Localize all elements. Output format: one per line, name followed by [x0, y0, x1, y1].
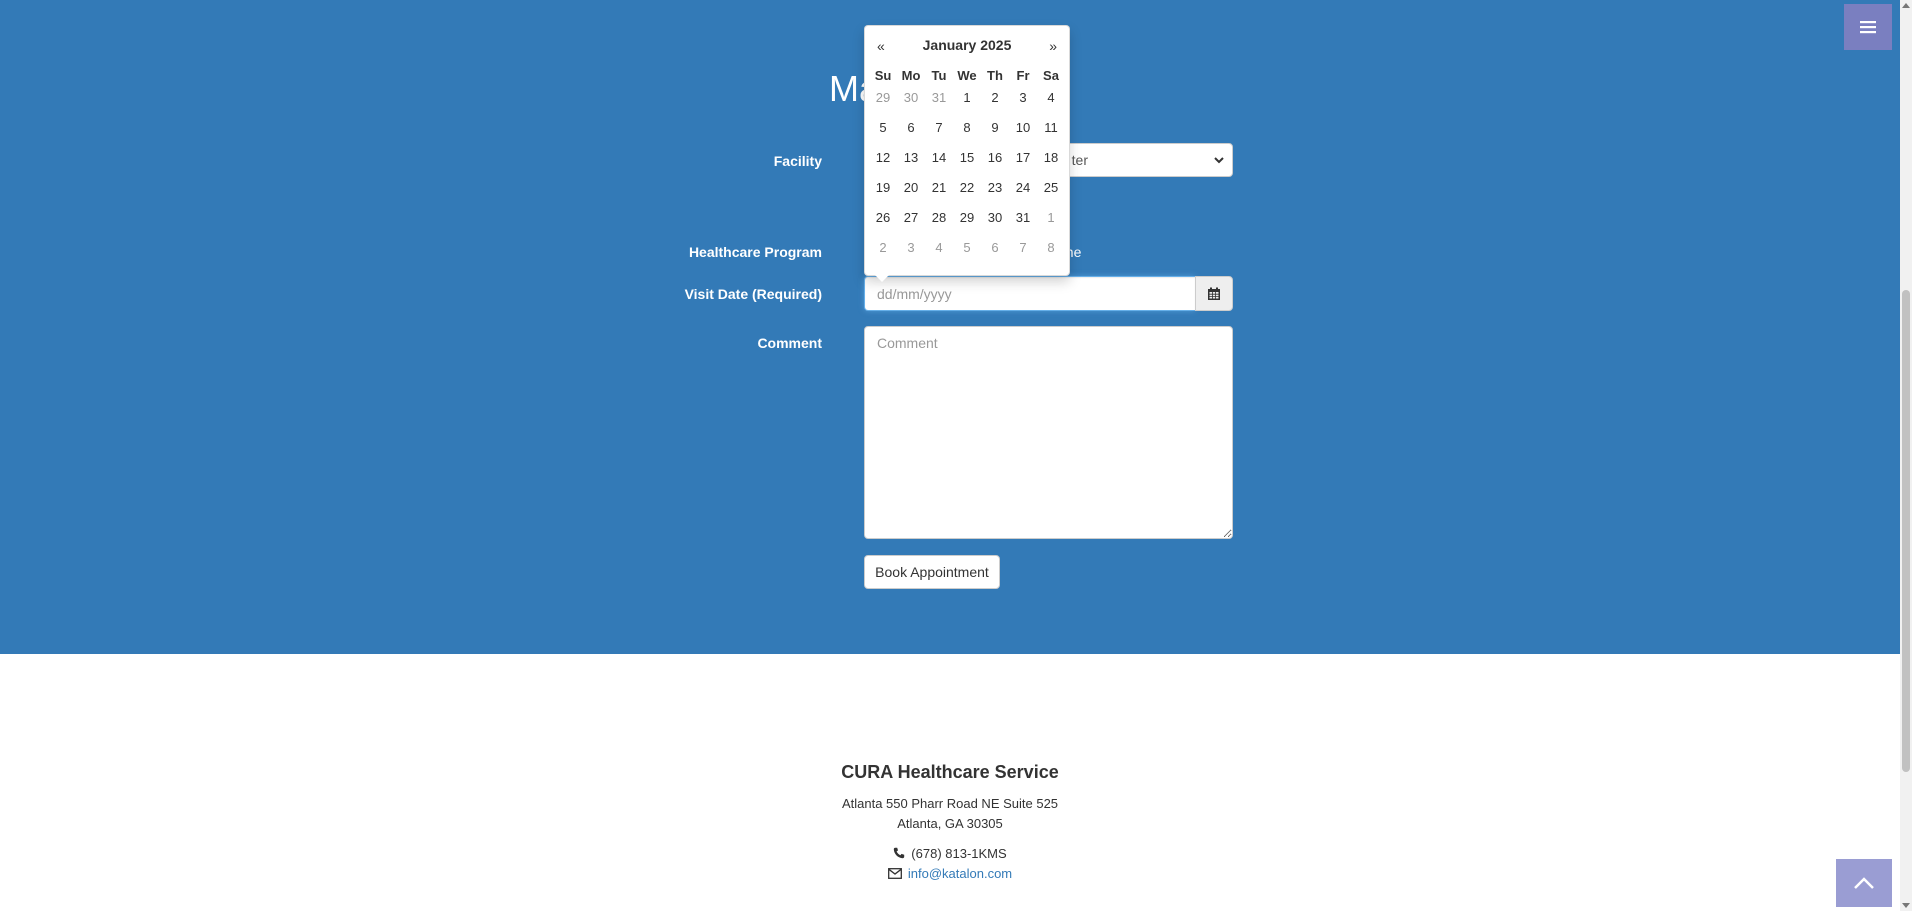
facility-label: Facility: [773, 153, 822, 169]
page-scrollbar[interactable]: [1900, 0, 1912, 911]
datepicker-day[interactable]: 8: [953, 113, 981, 143]
datepicker-weekday: We: [957, 68, 977, 83]
facility-select-value: ter: [1071, 152, 1088, 168]
datepicker-day[interactable]: 19: [869, 173, 897, 203]
datepicker-weekday: Su: [874, 68, 892, 83]
scrollbar-thumb[interactable]: [1902, 290, 1910, 772]
footer-phone: (678) 813-1KMS: [0, 846, 1900, 861]
datepicker-day[interactable]: 3: [897, 233, 925, 263]
scroll-to-top-button[interactable]: [1836, 859, 1892, 907]
datepicker-day[interactable]: 12: [869, 143, 897, 173]
comment-textarea[interactable]: [864, 326, 1233, 539]
datepicker-day[interactable]: 24: [1009, 173, 1037, 203]
datepicker-day[interactable]: 1: [953, 83, 981, 113]
visit-date-input[interactable]: [864, 276, 1195, 311]
datepicker-day[interactable]: 20: [897, 173, 925, 203]
datepicker-day[interactable]: 5: [869, 113, 897, 143]
datepicker-day[interactable]: 1: [1037, 203, 1065, 233]
datepicker-day[interactable]: 10: [1009, 113, 1037, 143]
comment-label: Comment: [757, 335, 822, 351]
datepicker-day[interactable]: 29: [869, 83, 897, 113]
datepicker-day[interactable]: 21: [925, 173, 953, 203]
datepicker-day[interactable]: 6: [981, 233, 1009, 263]
phone-icon: [894, 847, 905, 859]
chevron-up-icon: [1854, 877, 1874, 889]
datepicker-day[interactable]: 31: [925, 83, 953, 113]
datepicker-weekday: Fr: [1016, 68, 1030, 83]
datepicker-days-grid: 29 30 31 1 2 3 4 5 6 7 8 9 10 11 12 13 14 15 16 17 18 19 20 21 2…: [869, 83, 1065, 263]
datepicker-popup: « January 2025 » Su Mo Tu We Th Fr Sa 29 30 31 1 2…: [864, 25, 1070, 282]
datepicker-month-label[interactable]: January 2025: [865, 37, 1069, 53]
scroll-up-arrow-icon[interactable]: [1902, 3, 1910, 8]
datepicker-day[interactable]: 30: [981, 203, 1009, 233]
calendar-icon: [1208, 287, 1220, 300]
datepicker-weekday: Mo: [901, 68, 921, 83]
datepicker-day[interactable]: 3: [1009, 83, 1037, 113]
datepicker-weekday-row: Su Mo Tu We Th Fr Sa: [869, 68, 1065, 83]
envelope-icon: [887, 868, 902, 879]
datepicker-day[interactable]: 9: [981, 113, 1009, 143]
phone-number: (678) 813-1KMS: [911, 846, 1007, 861]
datepicker-day[interactable]: 6: [897, 113, 925, 143]
footer-address-line2: Atlanta, GA 30305: [897, 816, 1003, 831]
datepicker-day[interactable]: 2: [869, 233, 897, 263]
datepicker-day[interactable]: 4: [925, 233, 953, 263]
healthcare-program-label: Healthcare Program: [688, 244, 822, 260]
datepicker-day[interactable]: 11: [1037, 113, 1065, 143]
datepicker-day[interactable]: 5: [953, 233, 981, 263]
datepicker-day[interactable]: 28: [925, 203, 953, 233]
email-link[interactable]: info@katalon.com: [908, 866, 1012, 881]
datepicker-day[interactable]: 13: [897, 143, 925, 173]
book-appointment-button[interactable]: Book Appointment: [864, 555, 1000, 589]
datepicker-day[interactable]: 17: [1009, 143, 1037, 173]
datepicker-day[interactable]: 18: [1037, 143, 1065, 173]
visit-date-label: Visit Date (Required): [684, 286, 822, 302]
datepicker-day[interactable]: 15: [953, 143, 981, 173]
datepicker-weekday: Tu: [931, 68, 947, 83]
datepicker-day[interactable]: 22: [953, 173, 981, 203]
datepicker-day[interactable]: 8: [1037, 233, 1065, 263]
scroll-down-arrow-icon[interactable]: [1902, 903, 1910, 908]
datepicker-next-button[interactable]: »: [1049, 38, 1057, 54]
menu-toggle-button[interactable]: [1844, 4, 1892, 50]
datepicker-day[interactable]: 2: [981, 83, 1009, 113]
datepicker-weekday: Th: [987, 68, 1003, 83]
calendar-button[interactable]: [1195, 276, 1233, 311]
datepicker-day[interactable]: 31: [1009, 203, 1037, 233]
footer-address-line1: Atlanta 550 Pharr Road NE Suite 525: [841, 796, 1059, 811]
datepicker-day[interactable]: 7: [1009, 233, 1037, 263]
footer-title: CURA Healthcare Service: [841, 762, 1059, 782]
chevron-down-icon: [1214, 157, 1224, 164]
datepicker-day[interactable]: 4: [1037, 83, 1065, 113]
datepicker-day[interactable]: 7: [925, 113, 953, 143]
datepicker-day[interactable]: 27: [897, 203, 925, 233]
datepicker-day[interactable]: 14: [925, 143, 953, 173]
datepicker-day[interactable]: 29: [953, 203, 981, 233]
datepicker-day[interactable]: 25: [1037, 173, 1065, 203]
datepicker-weekday: Sa: [1043, 68, 1059, 83]
datepicker-day[interactable]: 16: [981, 143, 1009, 173]
datepicker-pointer: [875, 275, 889, 282]
datepicker-day[interactable]: 23: [981, 173, 1009, 203]
datepicker-day[interactable]: 30: [897, 83, 925, 113]
footer-email: info@katalon.com: [0, 866, 1900, 881]
datepicker-day[interactable]: 26: [869, 203, 897, 233]
hamburger-menu-icon: [1860, 21, 1876, 34]
